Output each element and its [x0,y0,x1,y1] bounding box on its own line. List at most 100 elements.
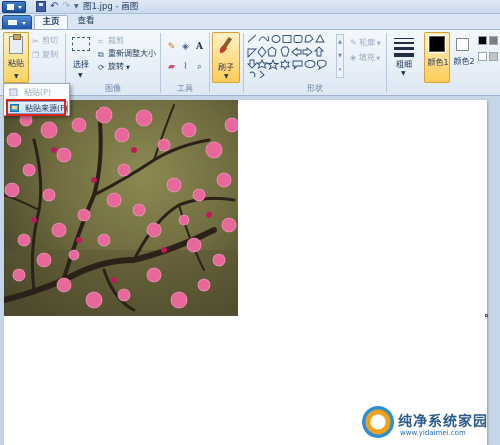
color1-button[interactable]: 颜色1 [424,32,450,83]
curve-shape-icon [258,35,270,42]
brush-icon [219,36,233,53]
group-divider [209,33,210,93]
menu-item-paste[interactable]: 粘贴(P) [6,86,68,99]
left-arrow-shape-icon [302,47,313,57]
color2-button[interactable]: 颜色2 [452,32,476,83]
redo-icon[interactable]: ↷ [62,1,72,12]
text-tool-icon[interactable]: A [194,42,205,53]
rectangular-callout-shape-icon [292,60,303,70]
clipboard-icon [9,34,23,54]
size-line-icon [394,53,414,57]
outline-icon: ✎ [350,38,360,47]
watermark-title: 纯净系统家园 [398,414,488,430]
copy-icon: ❐ [32,51,40,60]
six-point-star-shape-icon [280,59,290,70]
select-button[interactable]: 选择 ▼ [68,32,94,83]
lightning-shape-icon [259,70,265,78]
palette-color[interactable] [478,36,487,45]
color1-swatch [428,35,446,53]
watermark-url: www.yidaimei.com [400,429,466,437]
color-picker-icon[interactable]: ⌇ [180,62,191,73]
plum-blossom-photo [4,100,238,316]
select-label: 选择 [73,60,89,69]
rounded-rectangle-shape-icon [293,35,303,43]
crop-icon: ⌗ [98,37,103,46]
size-line-icon [394,47,414,50]
chevron-down-icon: ▼ [126,65,130,71]
chevron-down-icon [22,22,26,25]
group-divider [386,33,387,93]
rotate-button[interactable]: ⟳ 旋转 ▼ [98,61,130,72]
fill-icon: ◈ [350,53,359,62]
magnifier-icon[interactable]: ⌕ [194,62,205,73]
outline-button[interactable]: ✎ 轮廓 ▼ [350,37,381,48]
pencil-icon[interactable]: ✎ [166,42,177,53]
fill-label: 填充 [358,53,375,62]
drawing-canvas[interactable] [4,100,487,445]
resize-icon: ⧉ [98,50,104,59]
ribbon: 粘贴 ▼ ✂ 剪切 ❐ 复制 图像 选择 ▼ ⌗ 裁剪 ⧉ 重新调整大小 ⟳ 旋转 ▼ 工具… [0,29,500,96]
hexagon-shape-icon [280,46,290,57]
heart-shape-icon [249,71,256,78]
menu-item-paste-label: 粘贴(P) [24,88,52,97]
color2-swatch [456,38,469,51]
paint-menu-button[interactable] [2,15,32,29]
diamond-shape-icon [257,46,267,58]
palette-color[interactable] [489,52,498,61]
oval-callout-shape-icon [304,60,316,68]
image-group-label: 图像 [105,84,121,93]
quick-access-dropdown-icon[interactable]: ▼ [74,1,80,12]
color2-label: 颜色2 [453,57,475,66]
crop-label: 裁剪 [108,36,124,45]
paste-label: 粘贴 [8,59,24,68]
watermark-logo-icon [362,406,394,438]
fill-bucket-icon[interactable]: ◈ [180,42,191,53]
tab-view[interactable]: 查看 [70,15,102,29]
chevron-down-icon: ▼ [401,70,406,77]
brushes-label: 刷子 [218,63,234,72]
palette-color[interactable] [478,52,487,61]
resize-button[interactable]: ⧉ 重新调整大小 [98,48,156,59]
clipboard-icon [9,88,18,96]
chevron-down-icon: ▼ [78,72,83,79]
paint-app-icon [7,4,14,10]
eraser-icon[interactable]: ▰ [166,62,177,73]
chevron-down-icon: ▼ [14,73,19,80]
chevron-down-icon: ▼ [374,56,381,62]
undo-icon[interactable]: ↶ [50,1,60,12]
four-point-star-shape-icon [255,58,269,69]
fill-button[interactable]: ◈ 填充 ▼ [350,52,380,63]
ribbon-tab-row: 主页 查看 [0,14,500,29]
size-line-icon [394,38,414,39]
rotate-icon: ⟳ [98,63,105,72]
rotate-label: 旋转 [108,62,124,71]
right-triangle-shape-icon [247,48,258,59]
tools-group-label: 工具 [177,84,193,93]
outline-label: 轮廓 [359,38,376,47]
copy-button[interactable]: ❐ 复制 [32,49,58,60]
window-title: 图1.jpg - 画图 [83,2,139,12]
palette-color[interactable] [489,36,498,45]
tab-home[interactable]: 主页 [34,15,68,29]
brushes-button[interactable]: 刷子 ▼ [212,32,240,83]
system-menu-button[interactable] [2,1,26,13]
rectangle-shape-icon [282,35,292,43]
watermark: 纯净系统家园 www.yidaimei.com [358,402,500,445]
cut-label: 剪切 [42,36,58,45]
cut-button[interactable]: ✂ 剪切 [32,35,58,46]
crop-button[interactable]: ⌗ 裁剪 [98,35,124,46]
canvas-workspace[interactable] [0,96,500,445]
line-shape-icon [247,34,257,43]
canvas-resize-handle[interactable] [485,314,488,317]
cloud-callout-shape-icon [316,59,327,71]
paste-button[interactable]: 粘贴 ▼ [3,32,29,83]
size-button[interactable]: 粗细 ▼ [390,32,418,83]
save-icon[interactable] [36,1,46,12]
paint-menu-icon [8,20,17,25]
color1-label: 颜色1 [427,58,449,67]
shapes-gallery-scrollbar[interactable]: ▲ ▼ ▾ [336,34,344,78]
oval-shape-icon [271,35,281,43]
triangle-shape-icon [315,34,325,43]
shapes-gallery[interactable] [247,34,335,78]
chevron-down-icon: ▼ [375,41,381,47]
